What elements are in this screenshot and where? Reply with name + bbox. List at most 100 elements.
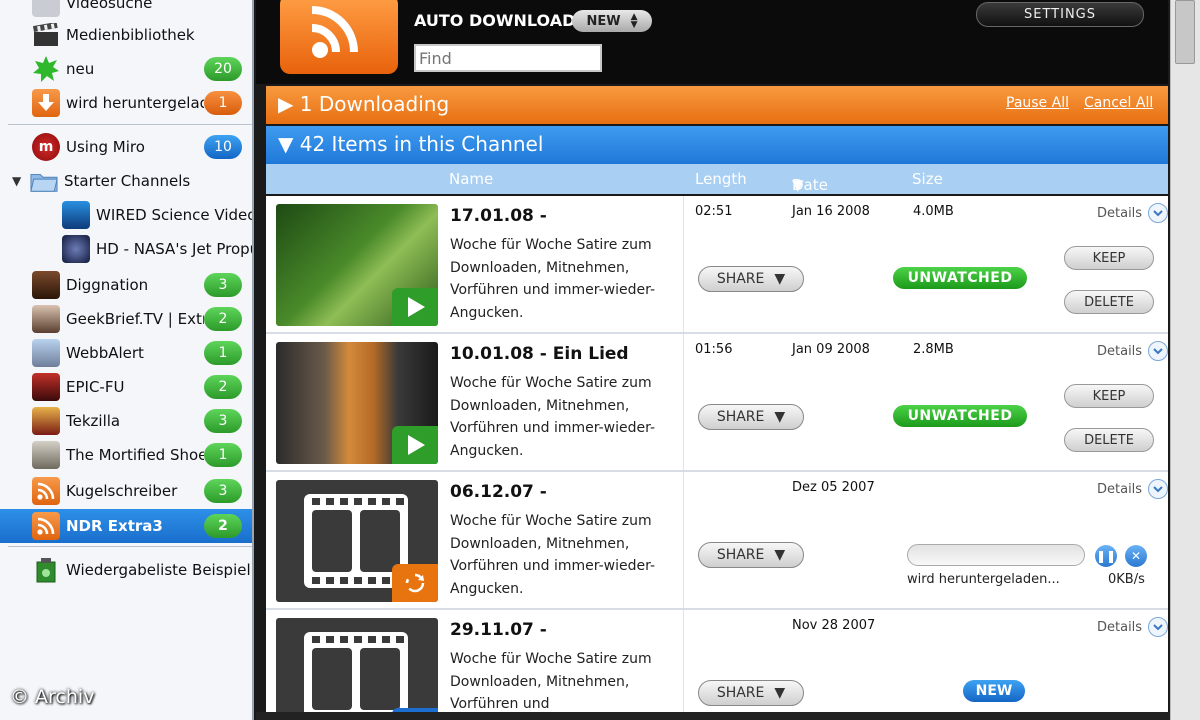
rss-icon [32, 512, 60, 540]
sidebar-item-playlist[interactable]: Wiedergabeliste Beispiel [0, 553, 252, 587]
channel-thumbnail-icon [62, 235, 90, 263]
count-badge: 2 [204, 375, 242, 399]
item-length: 01:56 [695, 342, 733, 357]
list-item: 10.01.08 - Ein Lied Woche für Woche Sati… [266, 334, 1169, 472]
clapperboard-icon [32, 21, 60, 49]
scrollbar[interactable] [1170, 0, 1200, 720]
count-badge: 10 [204, 135, 242, 159]
share-button[interactable]: SHARE ▼ [698, 680, 804, 706]
sidebar-item-mortified[interactable]: The Mortified Shoebox 1 [0, 438, 252, 472]
item-description: Woche für Woche Satire zum Downloaden, M… [450, 237, 656, 321]
sidebar-item-downloading[interactable]: wird heruntergeladen 1 [0, 86, 252, 120]
keep-button[interactable]: KEEP [1064, 384, 1154, 408]
chevron-down-icon [1148, 203, 1169, 223]
delete-button[interactable]: DELETE [1064, 428, 1154, 452]
divider [683, 334, 684, 470]
item-description: Woche für Woche Satire zum Downloaden, M… [450, 513, 656, 597]
sidebar-divider [8, 124, 252, 125]
play-icon[interactable] [392, 426, 438, 464]
download-progress-bar [907, 544, 1085, 566]
sidebar-item-neu[interactable]: neu 20 [0, 52, 252, 86]
auto-download-select[interactable]: NEW ▲ ▼ [572, 10, 652, 32]
list-item: 06.12.07 - Woche für Woche Satire zum Do… [266, 472, 1169, 610]
updown-arrows-icon: ▲ ▼ [630, 12, 638, 30]
video-thumbnail[interactable] [276, 342, 438, 464]
count-badge: 2 [204, 307, 242, 331]
expand-triangle-icon[interactable]: ▼ [12, 174, 28, 188]
scrollbar-thumb[interactable] [1175, 0, 1195, 64]
sidebar-item-epic-fu[interactable]: EPIC-FU 2 [0, 370, 252, 404]
chevron-down-icon [1148, 617, 1169, 637]
video-thumbnail[interactable] [276, 204, 438, 326]
settings-button[interactable]: SETTINGS [976, 2, 1144, 27]
channel-items-bar[interactable]: ▼ 42 Items in this Channel [266, 126, 1168, 164]
item-date: Dez 05 2007 [792, 480, 875, 495]
share-button[interactable]: SHARE ▼ [698, 404, 804, 430]
sidebar: Videosuche Medienbibliothek neu 20 wird … [0, 0, 254, 720]
sidebar-item-wired-science[interactable]: WIRED Science Video [0, 198, 252, 232]
pause-icon[interactable]: ❚❚ [1095, 545, 1117, 567]
share-button[interactable]: SHARE ▼ [698, 266, 804, 292]
starburst-icon [32, 55, 60, 83]
download-rate: 0KB/s [1108, 572, 1145, 587]
item-title[interactable]: 06.12.07 - [450, 482, 547, 502]
pause-all-link[interactable]: Pause All [1006, 95, 1069, 111]
item-date: Nov 28 2007 [792, 618, 876, 633]
details-toggle[interactable]: Details [1097, 617, 1169, 637]
dropdown-arrow-icon: ▼ [774, 547, 786, 563]
sidebar-item-ndr-extra3[interactable]: NDR Extra3 2 [0, 509, 252, 543]
divider [683, 610, 684, 714]
column-size[interactable]: Size [912, 170, 943, 188]
details-toggle[interactable]: Details [1097, 479, 1169, 499]
download-status: wird heruntergeladen... [907, 572, 1060, 587]
dropdown-arrow-icon: ▼ [774, 685, 786, 701]
collapse-triangle-icon: ▼ [278, 132, 294, 156]
sidebar-item-diggnation[interactable]: Diggnation 3 [0, 268, 252, 302]
channel-thumbnail-icon [32, 305, 60, 333]
channel-thumbnail-icon [32, 407, 60, 435]
cancel-icon[interactable]: ✕ [1125, 545, 1147, 567]
search-icon [32, 0, 60, 17]
column-length[interactable]: Length [695, 170, 747, 188]
status-badge: UNWATCHED [893, 267, 1027, 289]
sidebar-item-geekbrief[interactable]: GeekBrief.TV | Extra 2 [0, 302, 252, 336]
delete-button[interactable]: DELETE [1064, 290, 1154, 314]
rss-icon [32, 477, 60, 505]
sort-desc-icon: ▼ [792, 176, 804, 194]
item-date: Jan 09 2008 [792, 342, 870, 357]
sidebar-item-nasa-jpl[interactable]: HD - NASA's Jet Propulsion [0, 232, 252, 266]
video-placeholder-thumbnail[interactable] [276, 480, 438, 602]
share-button[interactable]: SHARE ▼ [698, 542, 804, 568]
item-size: 2.8MB [913, 342, 954, 357]
item-title[interactable]: 29.11.07 - [450, 620, 547, 640]
sidebar-item-using-miro[interactable]: m Using Miro 10 [0, 130, 252, 164]
sidebar-item-videosuche[interactable]: Videosuche [0, 0, 252, 20]
details-toggle[interactable]: Details [1097, 203, 1169, 223]
item-title[interactable]: 10.01.08 - Ein Lied [450, 344, 629, 364]
item-title[interactable]: 17.01.08 - [450, 206, 547, 226]
details-toggle[interactable]: Details [1097, 341, 1169, 361]
item-description: Woche für Woche Satire zum Downloaden, M… [450, 651, 652, 712]
video-placeholder-thumbnail[interactable] [276, 618, 438, 718]
sidebar-item-tekzilla[interactable]: Tekzilla 3 [0, 404, 252, 438]
cancel-all-link[interactable]: Cancel All [1084, 95, 1153, 111]
divider [683, 472, 684, 608]
sidebar-item-webbalert[interactable]: WebbAlert 1 [0, 336, 252, 370]
expand-triangle-icon: ▶ [278, 92, 294, 116]
play-icon[interactable] [392, 288, 438, 326]
chevron-down-icon [1148, 479, 1169, 499]
divider [683, 196, 684, 332]
keep-button[interactable]: KEEP [1064, 246, 1154, 270]
sidebar-item-medienbibliothek[interactable]: Medienbibliothek [0, 18, 252, 52]
count-badge: 20 [204, 57, 242, 81]
find-input[interactable] [414, 44, 602, 72]
column-headers: Name Length Date ▼ Size [266, 164, 1168, 194]
refresh-icon [392, 564, 438, 602]
rss-icon [280, 0, 398, 74]
column-name[interactable]: Name [449, 170, 493, 188]
sidebar-item-starter-channels[interactable]: ▼ Starter Channels [0, 164, 252, 198]
bottom-edge [256, 712, 1200, 720]
downloading-bar[interactable]: ▶ 1 Downloading Pause All Cancel All [266, 86, 1168, 124]
sidebar-item-kugelschreiber[interactable]: Kugelschreiber 3 [0, 474, 252, 508]
folder-icon [30, 167, 58, 195]
